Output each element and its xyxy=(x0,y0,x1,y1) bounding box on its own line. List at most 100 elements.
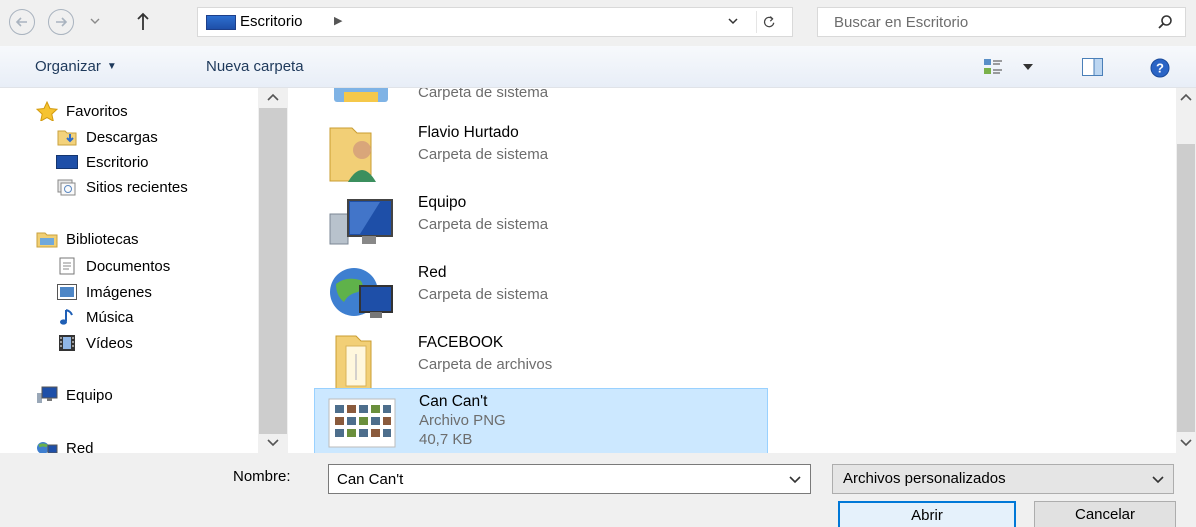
arrow-left-icon xyxy=(15,17,27,27)
list-item[interactable]: Equipo Carpeta de sistema xyxy=(314,188,768,258)
nav-label: Red xyxy=(66,439,94,454)
search-input[interactable]: Buscar en Escritorio xyxy=(817,7,1186,37)
new-folder-button[interactable]: Nueva carpeta xyxy=(206,58,304,75)
cancel-button[interactable]: Cancelar xyxy=(1034,501,1176,527)
file-name: Flavio Hurtado xyxy=(418,124,519,141)
nav-pictures[interactable]: Imágenes xyxy=(56,281,152,303)
file-type: Carpeta de sistema xyxy=(418,146,549,163)
nav-computer[interactable]: Equipo xyxy=(36,384,113,406)
nav-desktop[interactable]: Escritorio xyxy=(56,151,149,173)
list-item[interactable]: Flavio Hurtado Carpeta de sistema xyxy=(314,118,768,188)
scroll-up-icon[interactable] xyxy=(1179,92,1193,102)
user-folder-icon xyxy=(329,127,376,182)
file-type: Carpeta de sistema xyxy=(418,286,549,303)
file-type: Carpeta de sistema xyxy=(418,88,549,101)
scroll-down-icon[interactable] xyxy=(1179,438,1193,448)
recent-places-icon xyxy=(56,178,78,196)
desktop-icon xyxy=(206,15,236,30)
computer-icon xyxy=(329,199,393,245)
network-globe-icon xyxy=(330,268,393,318)
system-folder-icon xyxy=(334,88,388,102)
downloads-folder-icon xyxy=(56,128,78,146)
scroll-up-icon[interactable] xyxy=(266,92,280,102)
search-placeholder: Buscar en Escritorio xyxy=(834,14,969,31)
refresh-icon[interactable] xyxy=(756,11,778,33)
file-name-input[interactable]: Can Can't xyxy=(328,464,811,494)
file-type: Archivo PNG xyxy=(419,412,506,429)
nav-recent-places[interactable]: Sitios recientes xyxy=(56,176,188,198)
file-list-scrollbar[interactable] xyxy=(1176,88,1196,453)
chevron-down-icon[interactable] xyxy=(789,475,801,485)
scrollbar-thumb[interactable] xyxy=(259,108,287,434)
nav-downloads[interactable]: Descargas xyxy=(56,126,158,148)
nav-label: Escritorio xyxy=(86,153,149,171)
scroll-down-icon[interactable] xyxy=(266,438,280,448)
caret-down-icon: ▼ xyxy=(106,61,117,72)
chevron-down-icon xyxy=(1152,476,1164,484)
scrollbar-thumb[interactable] xyxy=(1177,144,1195,432)
nav-favorites[interactable]: Favoritos xyxy=(36,100,128,122)
preview-pane-icon[interactable] xyxy=(1082,58,1103,76)
command-bar: Organizar ▼ Nueva carpeta ? xyxy=(0,46,1196,88)
file-size: 40,7 KB xyxy=(419,431,473,448)
pictures-icon xyxy=(56,283,78,301)
up-arrow-icon[interactable] xyxy=(135,10,151,32)
nav-label: Equipo xyxy=(66,386,113,404)
star-icon xyxy=(36,101,58,121)
svg-text:?: ? xyxy=(1156,61,1164,76)
film-icon xyxy=(56,334,78,352)
desktop-icon xyxy=(56,153,78,171)
network-icon xyxy=(36,439,58,453)
list-item[interactable]: Red Carpeta de sistema xyxy=(314,258,768,328)
address-location[interactable]: Escritorio xyxy=(240,13,303,30)
file-name-value[interactable]: Can Can't xyxy=(337,471,403,488)
list-item-selected[interactable]: Can Can't Archivo PNG 40,7 KB xyxy=(314,388,768,453)
computer-icon xyxy=(36,386,58,404)
navigation-scrollbar[interactable] xyxy=(258,88,288,453)
file-list: Carpeta de sistema Flavio Hurtado Carpet… xyxy=(288,88,1176,453)
png-thumbnail-icon xyxy=(328,398,396,448)
breadcrumb-separator-icon[interactable]: ▶ xyxy=(334,14,342,27)
documents-icon xyxy=(56,257,78,275)
navigation-pane: Favoritos Descargas Escritorio Sitios re… xyxy=(0,88,258,453)
search-icon[interactable] xyxy=(1157,14,1173,30)
file-type: Carpeta de sistema xyxy=(418,216,549,233)
caret-down-icon[interactable] xyxy=(1022,61,1034,73)
organize-menu[interactable]: Organizar ▼ xyxy=(35,58,117,75)
nav-label: Música xyxy=(86,308,134,326)
nav-label: Descargas xyxy=(86,128,158,146)
arrow-right-icon xyxy=(56,17,68,27)
open-button[interactable]: Abrir xyxy=(838,501,1016,527)
chevron-down-icon[interactable] xyxy=(726,14,740,28)
nav-label: Vídeos xyxy=(86,334,133,352)
file-type: Carpeta de archivos xyxy=(418,356,553,373)
file-name: Red xyxy=(418,264,447,281)
nav-network[interactable]: Red xyxy=(36,437,94,453)
file-type-select[interactable]: Archivos personalizados xyxy=(832,464,1174,494)
nav-libraries[interactable]: Bibliotecas xyxy=(36,228,139,250)
address-row: Escritorio ▶ Buscar en Escritorio xyxy=(0,0,1196,44)
organize-label: Organizar xyxy=(35,58,101,75)
forward-button[interactable] xyxy=(48,9,74,35)
nav-music[interactable]: Música xyxy=(56,306,134,328)
dialog-footer: Nombre: Can Can't Archivos personalizado… xyxy=(0,453,1196,527)
nav-videos[interactable]: Vídeos xyxy=(56,332,133,354)
nav-label: Documentos xyxy=(86,257,171,275)
nav-label: Favoritos xyxy=(66,102,128,120)
nav-documents[interactable]: Documentos xyxy=(56,255,170,277)
nav-label: Imágenes xyxy=(86,283,152,301)
folder-icon xyxy=(335,335,372,394)
file-name-label: Nombre: xyxy=(233,468,291,485)
list-item[interactable]: Carpeta de sistema xyxy=(314,88,768,118)
music-note-icon xyxy=(56,308,78,326)
file-name: FACEBOOK xyxy=(418,334,504,351)
view-options-icon[interactable] xyxy=(983,57,1003,77)
recent-locations-chevron-icon[interactable] xyxy=(88,14,102,28)
nav-label: Sitios recientes xyxy=(86,178,188,196)
file-name: Can Can't xyxy=(419,393,488,410)
file-name: Equipo xyxy=(418,194,467,211)
libraries-icon xyxy=(36,230,58,248)
help-icon[interactable]: ? xyxy=(1150,58,1170,78)
address-bar[interactable]: Escritorio ▶ xyxy=(197,7,793,37)
back-button[interactable] xyxy=(9,9,35,35)
